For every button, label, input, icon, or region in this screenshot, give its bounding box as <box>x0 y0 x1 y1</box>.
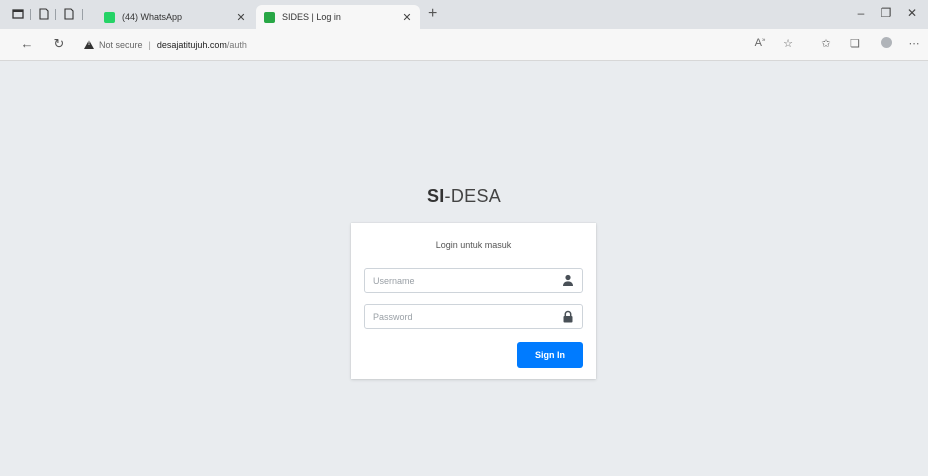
restore-icon[interactable]: ❐ <box>878 6 894 20</box>
address-separator: | <box>148 39 151 50</box>
sign-in-button[interactable]: Sign In <box>517 342 583 368</box>
lock-icon <box>563 310 573 323</box>
add-favorite-icon[interactable]: ☆ <box>780 37 796 50</box>
security-label[interactable]: Not secure <box>99 40 143 50</box>
read-aloud-icon[interactable]: A» <box>752 37 768 49</box>
password-input[interactable] <box>365 305 555 328</box>
more-icon[interactable]: ⋯ <box>906 37 922 50</box>
minimize-icon[interactable]: – <box>853 6 869 20</box>
page-icon[interactable] <box>63 8 75 20</box>
brand-rest: -DESA <box>444 186 502 206</box>
warning-icon[interactable] <box>84 40 94 49</box>
username-input[interactable] <box>365 269 555 292</box>
close-tab-icon[interactable]: ✕ <box>234 11 248 24</box>
browser-toolbar: ← ↻ Not secure | desajatitujuh.com/auth … <box>0 29 928 61</box>
back-icon[interactable]: ← <box>18 36 36 51</box>
url-path: /auth <box>226 39 247 50</box>
close-window-icon[interactable]: ✕ <box>904 6 920 20</box>
tab-title: SIDES | Log in <box>282 12 341 22</box>
titlebar-separator <box>82 9 83 20</box>
whatsapp-icon <box>104 11 115 23</box>
url-host: desajatitujuh.com <box>156 39 227 50</box>
login-message: Login untuk masuk <box>435 240 512 250</box>
tab-sides-login[interactable]: SIDES | Log in ✕ <box>256 5 420 29</box>
tab-whatsapp[interactable]: (44) WhatsApp ✕ <box>96 5 254 29</box>
site-favicon-icon <box>264 11 275 23</box>
address-bar[interactable]: Not secure | desajatitujuh.com/auth <box>84 35 247 54</box>
collections-icon[interactable]: ❏ <box>847 37 863 50</box>
tab-actions-icon[interactable] <box>12 8 24 20</box>
new-tab-icon[interactable]: + <box>428 5 437 23</box>
brand-title: SI-DESA <box>0 186 928 207</box>
titlebar-separator <box>30 9 31 20</box>
profile-icon[interactable] <box>878 37 894 51</box>
workspace-icon[interactable] <box>38 8 50 20</box>
login-card: Login untuk masuk Sign In <box>351 223 596 379</box>
browser-titlebar: (44) WhatsApp ✕ SIDES | Log in ✕ + – ❐ ✕ <box>0 0 928 29</box>
password-field[interactable] <box>364 304 583 329</box>
close-tab-icon[interactable]: ✕ <box>400 11 414 24</box>
favorites-icon[interactable]: ✩ <box>818 37 834 50</box>
username-field[interactable] <box>364 268 583 293</box>
tab-title: (44) WhatsApp <box>122 12 183 22</box>
refresh-icon[interactable]: ↻ <box>50 36 68 52</box>
titlebar-separator <box>55 9 56 20</box>
user-icon <box>563 274 573 286</box>
brand-bold: SI <box>426 186 445 206</box>
